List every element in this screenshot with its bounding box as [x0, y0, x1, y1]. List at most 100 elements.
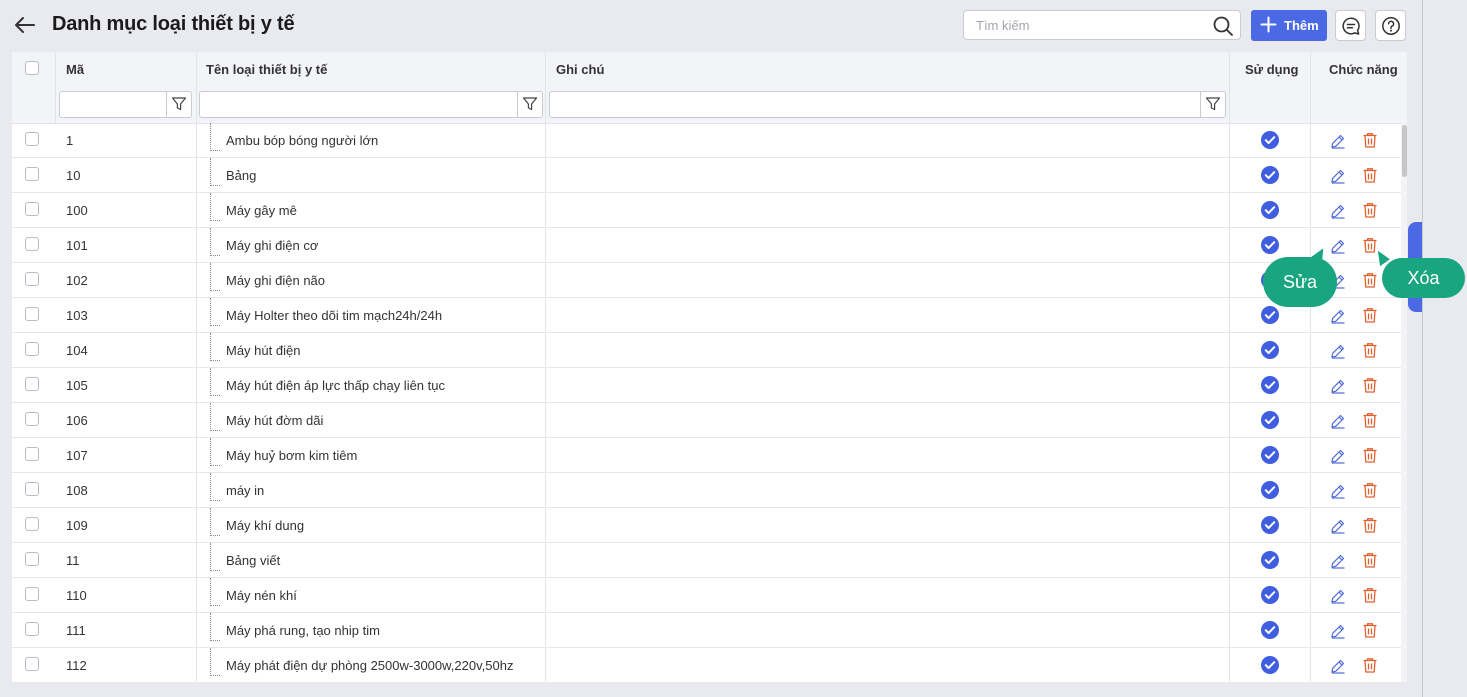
row-checkbox[interactable] [25, 237, 39, 251]
row-checkbox[interactable] [25, 412, 39, 426]
row-checkbox[interactable] [25, 202, 39, 216]
trash-icon[interactable] [1362, 482, 1378, 499]
table-row[interactable]: 104 Máy hút điện [12, 333, 1401, 368]
edit-pencil-icon[interactable] [1330, 133, 1346, 149]
note-filter-input[interactable] [555, 96, 1199, 115]
row-checkbox[interactable] [25, 587, 39, 601]
row-checkbox[interactable] [25, 272, 39, 286]
table-row[interactable]: 112 Máy phát điện dự phòng 2500w-3000w,2… [12, 648, 1401, 682]
edit-pencil-icon[interactable] [1330, 518, 1346, 534]
row-checkbox[interactable] [25, 482, 39, 496]
row-checkbox[interactable] [25, 342, 39, 356]
table-row[interactable]: 11 Bảng viết [12, 543, 1401, 578]
vertical-scrollbar[interactable] [1401, 123, 1407, 682]
row-checkbox[interactable] [25, 447, 39, 461]
table-row[interactable]: 102 Máy ghi điện não [12, 263, 1401, 298]
help-button[interactable] [1375, 10, 1406, 41]
help-icon [1382, 17, 1400, 35]
edit-pencil-icon[interactable] [1330, 238, 1346, 254]
search-box[interactable] [963, 10, 1241, 40]
column-header-in-use[interactable]: Sử dụng [1245, 52, 1298, 88]
trash-icon[interactable] [1362, 342, 1378, 359]
trash-icon[interactable] [1362, 552, 1378, 569]
row-name: Máy hút đờm dãi [226, 413, 324, 428]
check-circle-icon [1261, 656, 1279, 674]
tree-connector [210, 403, 222, 438]
check-circle-icon [1261, 236, 1279, 254]
trash-icon[interactable] [1362, 202, 1378, 219]
column-header-name[interactable]: Tên loại thiết bị y tế [206, 52, 327, 88]
table-row[interactable]: 107 Máy huỷ bơm kim tiêm [12, 438, 1401, 473]
table-row[interactable]: 111 Máy phá rung, tạo nhip tim [12, 613, 1401, 648]
edit-pencil-icon[interactable] [1330, 623, 1346, 639]
edit-pencil-icon[interactable] [1330, 588, 1346, 604]
row-checkbox[interactable] [25, 552, 39, 566]
name-filter-button[interactable] [517, 92, 542, 117]
tree-connector [210, 333, 222, 368]
code-filter-button[interactable] [166, 92, 191, 117]
note-filter-field[interactable] [549, 91, 1226, 118]
trash-icon[interactable] [1362, 272, 1378, 289]
row-checkbox[interactable] [25, 517, 39, 531]
note-filter-button[interactable] [1200, 92, 1225, 117]
trash-icon[interactable] [1362, 412, 1378, 429]
row-checkbox[interactable] [25, 377, 39, 391]
edit-pencil-icon[interactable] [1330, 343, 1346, 359]
trash-icon[interactable] [1362, 517, 1378, 534]
search-icon[interactable] [1212, 15, 1234, 37]
edit-pencil-icon[interactable] [1330, 378, 1346, 394]
table-row[interactable]: 10 Bảng [12, 158, 1401, 193]
add-button[interactable]: Thêm [1251, 10, 1327, 41]
edit-pencil-icon[interactable] [1330, 658, 1346, 674]
table-row[interactable]: 100 Máy gây mê [12, 193, 1401, 228]
tree-connector [210, 613, 222, 648]
table-row[interactable]: 1 Ambu bóp bóng người lớn [12, 123, 1401, 158]
code-filter-field[interactable] [59, 91, 192, 118]
trash-icon[interactable] [1362, 307, 1378, 324]
name-filter-field[interactable] [199, 91, 543, 118]
column-header-code[interactable]: Mã [66, 52, 84, 88]
trash-icon[interactable] [1362, 167, 1378, 184]
edit-pencil-icon[interactable] [1330, 448, 1346, 464]
column-header-note[interactable]: Ghi chú [556, 52, 604, 88]
edit-pencil-icon[interactable] [1330, 413, 1346, 429]
row-checkbox[interactable] [25, 307, 39, 321]
trash-icon[interactable] [1362, 132, 1378, 149]
table-row[interactable]: 103 Máy Holter theo dõi tim mạch24h/24h [12, 298, 1401, 333]
table-row[interactable]: 106 Máy hút đờm dãi [12, 403, 1401, 438]
back-arrow-icon[interactable] [12, 12, 38, 38]
edit-pencil-icon[interactable] [1330, 553, 1346, 569]
table-row[interactable]: 101 Máy ghi điện cơ [12, 228, 1401, 263]
name-filter-input[interactable] [205, 96, 514, 115]
search-input[interactable] [974, 17, 1208, 34]
row-checkbox[interactable] [25, 132, 39, 146]
tree-connector [210, 438, 222, 473]
select-all-checkbox[interactable] [25, 61, 39, 75]
row-name: Bảng viết [226, 553, 281, 568]
row-code: 10 [66, 168, 81, 183]
table-row[interactable]: 110 Máy nén khí [12, 578, 1401, 613]
trash-icon[interactable] [1362, 622, 1378, 639]
table-row[interactable]: 108 máy in [12, 473, 1401, 508]
edit-pencil-icon[interactable] [1330, 168, 1346, 184]
row-checkbox[interactable] [25, 622, 39, 636]
table-row[interactable]: 109 Máy khí dung [12, 508, 1401, 543]
table-row[interactable]: 105 Máy hút điện áp lực thấp chạy liên t… [12, 368, 1401, 403]
comment-button[interactable] [1335, 10, 1366, 41]
tree-connector [210, 228, 222, 263]
trash-icon[interactable] [1362, 657, 1378, 674]
edit-pencil-icon[interactable] [1330, 308, 1346, 324]
trash-icon[interactable] [1362, 447, 1378, 464]
comment-icon [1342, 17, 1360, 35]
trash-icon[interactable] [1362, 377, 1378, 394]
trash-icon[interactable] [1362, 587, 1378, 604]
row-code: 111 [66, 623, 86, 638]
edit-pencil-icon[interactable] [1330, 483, 1346, 499]
row-checkbox[interactable] [25, 657, 39, 671]
row-checkbox[interactable] [25, 167, 39, 181]
scrollbar-thumb[interactable] [1402, 125, 1407, 177]
row-code: 1 [66, 133, 74, 148]
edit-pencil-icon[interactable] [1330, 203, 1346, 219]
code-filter-input[interactable] [65, 96, 169, 115]
tree-connector [210, 543, 222, 578]
